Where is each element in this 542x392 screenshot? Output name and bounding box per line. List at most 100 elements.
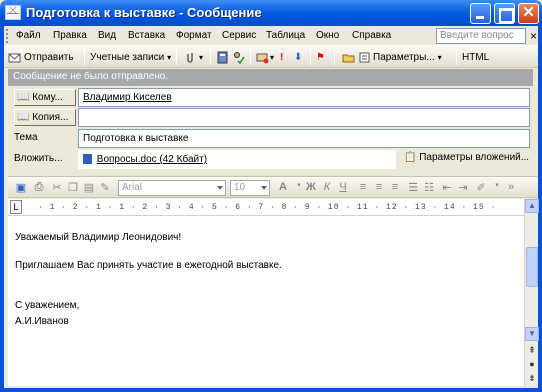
chevron-down-icon[interactable]: ▾ [490, 181, 504, 195]
window-title: Подготовка к выставке - Сообщение [26, 5, 262, 20]
paste-icon[interactable]: ▤ [82, 181, 96, 195]
word-document-icon [83, 154, 92, 165]
decrease-indent-icon[interactable]: ⇤ [440, 181, 454, 195]
formatting-toolbar: ▣ ⎙ ✂ ❐ ▤ ✎ Arial 10 A ▾ Ж К Ч ≡ ≡ ≡ ☰ ☷… [8, 176, 538, 198]
menu-view[interactable]: Вид [98, 30, 116, 41]
bulleted-list-icon[interactable]: ☷ [422, 181, 436, 195]
bold-button[interactable]: Ж [304, 181, 318, 195]
save-icon[interactable]: ▣ [14, 181, 28, 195]
closing-line: С уважением, [15, 300, 80, 311]
tab-stop-selector-icon[interactable]: L [10, 200, 22, 214]
message-format-select[interactable]: HTML [462, 49, 489, 65]
attach-dropdown[interactable]: ▾ [199, 49, 203, 65]
to-button[interactable]: 📖 Кому... [14, 89, 76, 106]
toolbar-separator [334, 49, 335, 65]
accounts-label: Учетные записи [90, 51, 165, 63]
options-button[interactable]: Параметры... ▾ [358, 49, 442, 65]
scroll-down-button[interactable]: ▼ [525, 327, 539, 341]
address-book-icon: 📖 [17, 92, 30, 103]
cc-button[interactable]: 📖 Копия... [14, 109, 76, 126]
check-names-button[interactable] [232, 49, 245, 65]
menu-tools[interactable]: Сервис [222, 30, 256, 41]
toolbar-separator [210, 49, 211, 65]
align-right-icon[interactable]: ≡ [388, 181, 402, 195]
font-color-icon[interactable]: A [276, 181, 290, 195]
window-frame-bottom [0, 388, 542, 392]
high-importance-icon[interactable]: ! [280, 49, 283, 65]
cc-button-label: Копия... [32, 112, 69, 123]
toolbar-separator [84, 49, 85, 65]
scroll-thumb[interactable] [526, 247, 538, 287]
align-center-icon[interactable]: ≡ [372, 181, 386, 195]
attachment-file[interactable]: Вопросы.doc (42 Кбайт) [97, 154, 207, 165]
next-page-icon[interactable]: ⇟ [527, 373, 537, 383]
send-button[interactable]: Отправить [8, 49, 74, 65]
copy-icon[interactable]: ❐ [66, 181, 80, 195]
menu-grip[interactable] [6, 29, 9, 43]
highlight-icon[interactable]: ✐ [474, 181, 488, 195]
font-size-select[interactable]: 10 [230, 180, 270, 196]
menu-file[interactable]: Файл [16, 30, 41, 41]
invitation-line: Приглашаем Вас принять участие в ежегодн… [15, 260, 282, 271]
select-browse-object-icon[interactable]: ● [527, 359, 537, 369]
close-document-icon[interactable]: × [530, 29, 537, 43]
message-body[interactable]: Уважаемый Владимир Леонидович! Приглашае… [8, 216, 524, 386]
scroll-up-button[interactable]: ▲ [525, 199, 539, 213]
menu-table[interactable]: Таблица [266, 30, 305, 41]
attachment-options-button[interactable]: 📋 Параметры вложений... [404, 152, 529, 163]
menu-insert[interactable]: Вставка [128, 30, 165, 41]
print-icon[interactable]: ⎙ [32, 181, 46, 195]
increase-indent-icon[interactable]: ⇥ [456, 181, 470, 195]
numbered-list-icon[interactable]: ☰ [406, 181, 420, 195]
more-buttons-icon[interactable]: » [504, 181, 518, 195]
open-folder-button[interactable] [342, 49, 355, 65]
attachment-list: Вопросы.doc (42 Кбайт) [78, 150, 396, 169]
menu-window[interactable]: Окно [316, 30, 339, 41]
title-bar: Подготовка к выставке - Сообщение ✕ [0, 0, 542, 26]
italic-button[interactable]: К [320, 181, 334, 195]
to-input[interactable]: Владимир Киселев [78, 88, 530, 107]
subject-input[interactable]: Подготовка к выставке [78, 129, 530, 148]
cc-input[interactable] [78, 108, 530, 127]
minimize-button[interactable] [470, 3, 491, 24]
attach-label[interactable]: Вложить... [14, 153, 62, 164]
help-search-input[interactable]: Введите вопрос [436, 28, 526, 44]
align-left-icon[interactable]: ≡ [356, 181, 370, 195]
address-book-button[interactable] [216, 49, 229, 65]
chevron-down-icon: ▾ [437, 52, 442, 62]
send-icon [8, 53, 21, 62]
menu-bar: Файл Правка Вид Вставка Формат Сервис Та… [4, 26, 538, 46]
previous-page-icon[interactable]: ⇞ [527, 345, 537, 355]
follow-up-flag-icon[interactable]: ⚑ [316, 49, 325, 65]
low-importance-icon[interactable]: ⬇ [294, 49, 302, 65]
to-recipient[interactable]: Владимир Киселев [83, 92, 172, 103]
menu-help[interactable]: Справка [352, 30, 391, 41]
to-field-row: 📖 Кому... Владимир Киселев [8, 88, 533, 107]
vertical-scrollbar[interactable]: ▲ ▼ ⇞ ● ⇟ [524, 199, 539, 386]
permission-button[interactable] [256, 49, 269, 65]
cut-icon[interactable]: ✂ [50, 181, 64, 195]
options-label: Параметры... [373, 51, 435, 63]
ruler-marks: · 1 · 2 · 1 · 1 · 2 · 3 · 4 · 5 · 6 · 7 … [38, 203, 497, 212]
underline-button[interactable]: Ч [336, 181, 350, 195]
toolbar-separator [250, 49, 251, 65]
check-names-icon [234, 51, 245, 64]
menu-format[interactable]: Формат [176, 30, 212, 41]
paperclip-icon [187, 52, 193, 63]
attach-file-button[interactable] [184, 49, 197, 65]
close-button[interactable]: ✕ [518, 3, 539, 24]
attach-field-row: Вложить... Вопросы.doc (42 Кбайт) 📋 Пара… [8, 150, 533, 169]
subject-field-row: Тема Подготовка к выставке [8, 129, 533, 148]
send-label: Отправить [24, 51, 74, 63]
format-painter-icon[interactable]: ✎ [98, 181, 112, 195]
toolbar-separator [176, 49, 177, 65]
address-book-icon: 📖 [17, 112, 30, 123]
font-select[interactable]: Arial [118, 180, 226, 196]
accounts-dropdown[interactable]: Учетные записи ▾ [90, 49, 171, 65]
menu-edit[interactable]: Правка [53, 30, 87, 41]
permission-dropdown[interactable]: ▾ [270, 49, 274, 65]
maximize-button[interactable] [494, 3, 515, 24]
attachment-options-label: Параметры вложений... [419, 152, 530, 163]
ruler: L · 1 · 2 · 1 · 1 · 2 · 3 · 4 · 5 · 6 · … [8, 199, 524, 216]
attachment-options-icon: 📋 [404, 152, 417, 163]
